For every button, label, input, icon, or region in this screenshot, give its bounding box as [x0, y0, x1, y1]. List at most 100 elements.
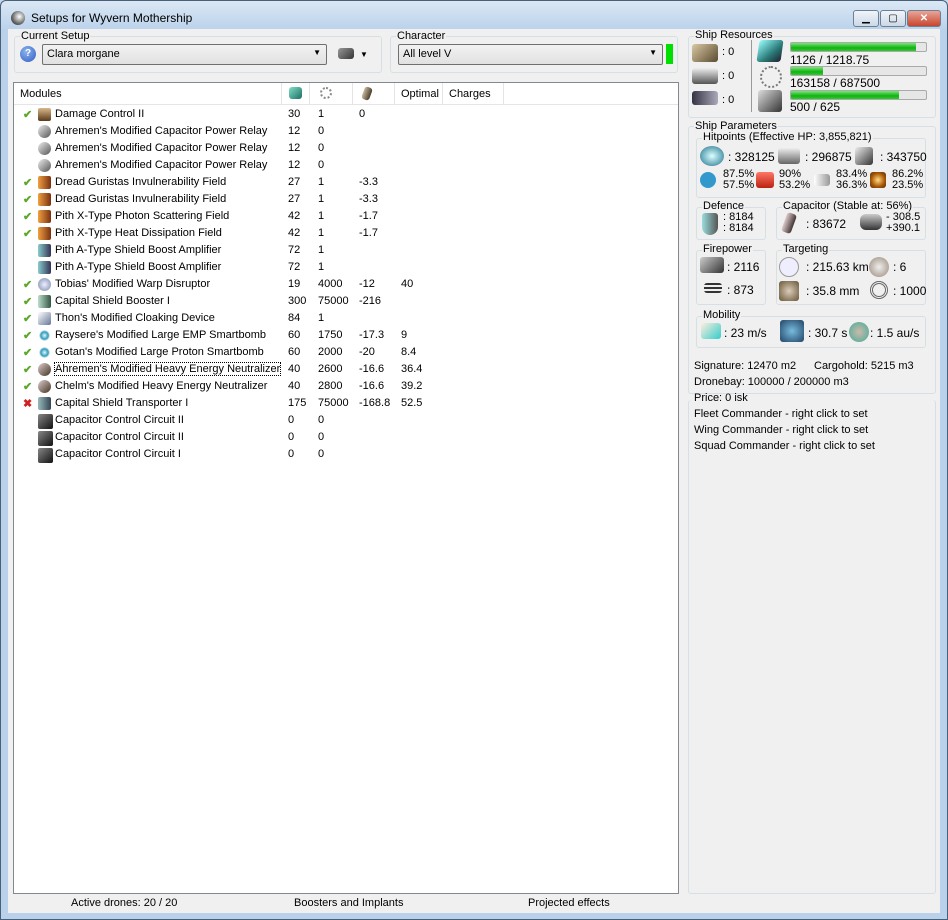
module-row[interactable]: ✔ Damage Control II 30 1 0 [14, 106, 678, 123]
active-check-icon[interactable]: ✔ [23, 108, 32, 121]
calibration-usage: 500 / 625 [790, 100, 841, 114]
cpu-bar-fill [791, 43, 916, 51]
rig-slot-icon [692, 91, 718, 105]
module-name: Ahremen's Modified Capacitor Power Relay [55, 159, 268, 171]
module-row[interactable]: ✔ Dread Guristas Invulnerability Field 27 1… [14, 191, 678, 208]
missile-dps: : 873 [727, 283, 754, 297]
module-c4: 36.4 [401, 363, 423, 375]
column-cpu[interactable] [282, 83, 310, 105]
module-row[interactable]: ✔ Raysere's Modified Large EMP Smartbomb 6… [14, 327, 678, 344]
module-row[interactable]: ✔ Pith X-Type Heat Dissipation Field 42 1 -1… [14, 225, 678, 242]
module-c2: 2000 [318, 346, 343, 358]
character-label: Character [396, 30, 447, 42]
active-check-icon[interactable]: ✔ [23, 210, 32, 223]
module-c2: 1 [318, 193, 325, 205]
module-c1: 12 [288, 159, 301, 171]
active-check-icon[interactable]: ✔ [23, 329, 32, 342]
module-row[interactable]: ✔ Tobias' Modified Warp Disruptor 19 4000 -1… [14, 276, 678, 293]
module-c2: 0 [318, 431, 325, 443]
defence-value-2: : 8184 [723, 222, 754, 234]
active-check-icon[interactable]: ✔ [23, 346, 32, 359]
turret-dps-icon [700, 257, 724, 273]
module-c3: -16.6 [359, 363, 385, 375]
calibration-icon [758, 90, 782, 112]
scan-resolution-icon [779, 281, 799, 301]
module-c3: -16.6 [359, 380, 385, 392]
capacitor-amount: : 83672 [806, 217, 847, 231]
column-powergrid[interactable] [310, 83, 353, 105]
character-dropdown[interactable]: All level V ▼ [398, 44, 663, 65]
active-check-icon[interactable]: ✔ [23, 193, 32, 206]
column-charges[interactable]: Charges [443, 83, 504, 105]
offline-x-icon[interactable]: ✖ [23, 397, 32, 410]
ship-icon [338, 48, 354, 59]
maximize-button[interactable]: ▢ [880, 10, 906, 27]
power-relay-icon [38, 142, 51, 155]
module-name: Pith A-Type Shield Boost Amplifier [55, 244, 222, 256]
active-check-icon[interactable]: ✔ [23, 295, 32, 308]
setup-dropdown[interactable]: Clara morgane ▼ [42, 44, 327, 65]
column-capacitor[interactable] [353, 83, 395, 105]
boosters-implants-tab[interactable]: Boosters and Implants [294, 897, 403, 909]
module-c3: -3.3 [359, 193, 378, 205]
capacitor-icon [361, 86, 373, 101]
capacitor-recharge: +390.1 [886, 222, 920, 234]
active-drones-label[interactable]: Active drones: 20 / 20 [71, 897, 177, 909]
explosive-resist-armor: 23.5% [892, 179, 924, 191]
module-row[interactable]: ✔ Pith X-Type Photon Scattering Field 42 1 -… [14, 208, 678, 225]
shield-hp: : 328125 [728, 150, 775, 164]
module-c3: 0 [359, 108, 366, 120]
armor-hp-icon [778, 148, 800, 164]
minimize-button[interactable]: ▁ [853, 10, 879, 27]
module-c1: 60 [288, 329, 301, 341]
targeting-range-icon [779, 257, 799, 277]
column-modules[interactable]: Modules [14, 83, 282, 105]
projected-effects-tab[interactable]: Projected effects [528, 897, 610, 909]
module-row[interactable]: ✔ Gotan's Modified Large Proton Smartbomb… [14, 344, 678, 361]
module-row[interactable]: Capacitor Control Circuit II 0 0 [14, 429, 678, 446]
module-row[interactable]: Pith A-Type Shield Boost Amplifier 72 1 [14, 259, 678, 276]
ship-menu-button[interactable]: ▼ [338, 46, 370, 62]
max-targets: : 6 [893, 260, 907, 274]
module-row[interactable]: ✔ Dread Guristas Invulnerability Field 27 1… [14, 174, 678, 191]
module-row[interactable]: Capacitor Control Circuit I 0 0 [14, 446, 678, 463]
help-icon[interactable]: ? [20, 46, 36, 62]
cpu-bar [790, 42, 927, 52]
module-row[interactable]: Ahremen's Modified Capacitor Power Relay… [14, 123, 678, 140]
module-row[interactable]: ✔ Capital Shield Booster I 300 75000 -216 [14, 293, 678, 310]
active-check-icon[interactable]: ✔ [23, 380, 32, 393]
module-row[interactable]: Ahremen's Modified Capacitor Power Relay… [14, 140, 678, 157]
module-row[interactable]: ✖ Capital Shield Transporter I 175 75000 -16… [14, 395, 678, 412]
module-name: Ahremen's Modified Heavy Energy Neutrali… [53, 362, 282, 376]
module-name: Pith X-Type Heat Dissipation Field [55, 227, 222, 239]
turret-hardpoint-icon [692, 44, 718, 62]
module-row[interactable]: Pith A-Type Shield Boost Amplifier 72 1 [14, 242, 678, 259]
window-title: Setups for Wyvern Mothership [31, 11, 193, 25]
module-row[interactable]: ✔ Ahremen's Modified Heavy Energy Neutral… [14, 361, 678, 378]
active-check-icon[interactable]: ✔ [23, 227, 32, 240]
cloak-icon [38, 312, 51, 325]
powergrid-icon [320, 87, 332, 99]
defence-shield-icon [702, 213, 718, 235]
modules-list[interactable]: Modules Optimal Charges ✔ Damage Control … [13, 82, 679, 894]
active-check-icon[interactable]: ✔ [23, 278, 32, 291]
module-c2: 0 [318, 125, 325, 137]
turret-dps: : 2116 [727, 260, 760, 274]
align-time: : 30.7 s [808, 326, 848, 340]
active-check-icon[interactable]: ✔ [23, 176, 32, 189]
module-row[interactable]: Capacitor Control Circuit II 0 0 [14, 412, 678, 429]
launcher-hardpoints: : 0 [722, 70, 735, 82]
explosive-resist: 86.2% 23.5% [892, 169, 923, 191]
module-c2: 1 [318, 108, 325, 120]
module-row[interactable]: ✔ Thon's Modified Cloaking Device 84 1 [14, 310, 678, 327]
module-name: Ahremen's Modified Capacitor Power Relay [55, 125, 268, 137]
module-name: Chelm's Modified Heavy Energy Neutralize… [55, 380, 268, 392]
module-row[interactable]: ✔ Chelm's Modified Heavy Energy Neutraliz… [14, 378, 678, 395]
column-optimal[interactable]: Optimal [395, 83, 443, 105]
title-bar: Setups for Wyvern Mothership ▁ ▢ ✕ [1, 1, 947, 31]
active-check-icon[interactable]: ✔ [23, 363, 32, 376]
active-check-icon[interactable]: ✔ [23, 312, 32, 325]
module-row[interactable]: Ahremen's Modified Capacitor Power Relay… [14, 157, 678, 174]
close-button[interactable]: ✕ [907, 10, 941, 27]
module-c2: 1 [318, 176, 325, 188]
